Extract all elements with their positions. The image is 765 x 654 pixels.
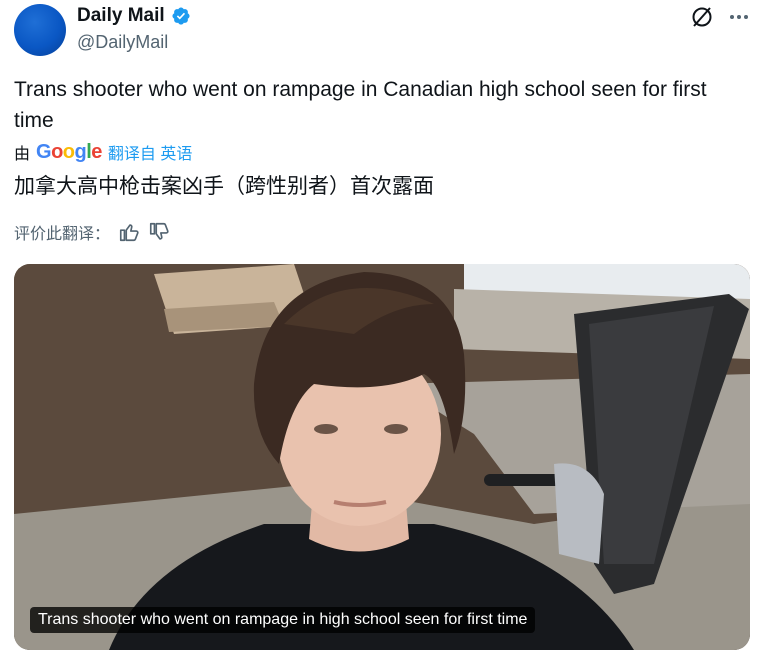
thumbs-down-icon[interactable]: [148, 221, 170, 243]
author-name-row[interactable]: Daily Mail: [77, 5, 191, 27]
photo-scene: [14, 264, 750, 650]
handle[interactable]: @DailyMail: [77, 32, 168, 53]
verified-badge-icon: [172, 7, 190, 25]
tweet-text: Trans shooter who went on rampage in Can…: [14, 78, 707, 132]
translation-text: 加拿大高中枪击案凶手（跨性别者）首次露面: [14, 175, 434, 198]
grok-icon[interactable]: [690, 5, 714, 29]
rate-translation-row: 评价此翻译：: [14, 220, 170, 244]
display-name[interactable]: Daily Mail: [77, 5, 165, 27]
more-icon[interactable]: [726, 4, 752, 30]
tweet-photo[interactable]: [14, 264, 750, 650]
google-logo: Google: [36, 140, 102, 163]
translated-by-label: 由: [14, 146, 31, 163]
translated-from-link[interactable]: 翻译自 英语: [108, 140, 192, 164]
tweet-card[interactable]: Daily Mail @DailyMail Trans shooter who …: [0, 0, 765, 654]
photo-caption: Trans shooter who went on rampage in hig…: [30, 607, 536, 633]
thumbs-up-icon[interactable]: [118, 221, 140, 243]
rate-translation-label: 评价此翻译：: [14, 226, 111, 243]
translation-attribution: 由 Google 翻译自 英语: [14, 140, 192, 164]
avatar[interactable]: [14, 4, 66, 56]
